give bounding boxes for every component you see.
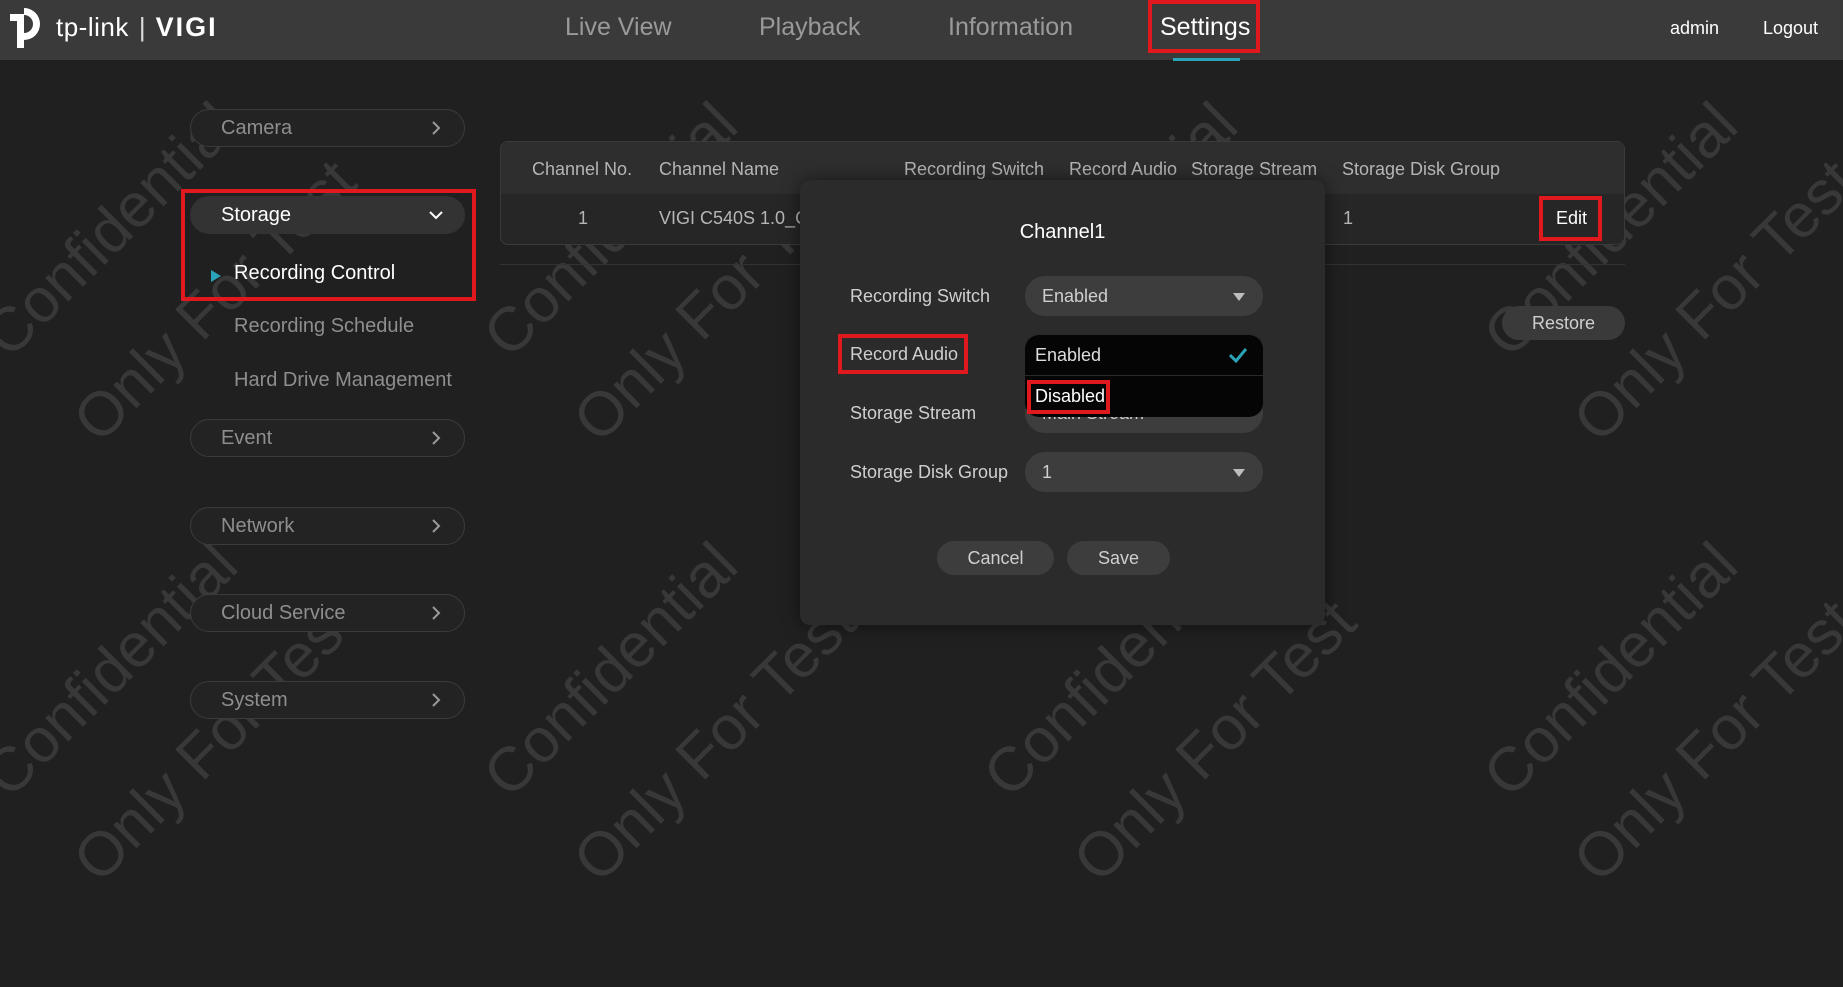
- dropdown-arrow-icon: [1233, 469, 1245, 477]
- nav-settings[interactable]: Settings: [1160, 10, 1251, 61]
- chevron-right-icon: [432, 431, 441, 445]
- column-header: Record Audio: [1069, 159, 1178, 179]
- menu-system-label: System: [221, 688, 288, 711]
- storage-disk-group-select[interactable]: 1: [1025, 452, 1263, 492]
- storage-stream-label: Storage Stream: [850, 403, 977, 423]
- channel-edit-dialog: Channel1 Recording Switch Enabled Record…: [800, 180, 1325, 625]
- cell-disk-group: 1: [1343, 208, 1354, 228]
- recording-switch-label: Recording Switch: [850, 286, 991, 306]
- option-label: Disabled: [1035, 386, 1106, 406]
- sidebar-item-recording-control[interactable]: Recording Control: [234, 262, 395, 285]
- dropdown-arrow-icon: [1233, 293, 1245, 301]
- watermark-text: Only For Test: [1060, 586, 1370, 896]
- chevron-right-icon: [432, 519, 441, 533]
- dialog-title: Channel1: [1019, 221, 1106, 243]
- record-audio-dropdown[interactable]: Enabled Disabled: [1025, 335, 1263, 417]
- recording-switch-select[interactable]: Enabled: [1025, 276, 1263, 316]
- top-bar: tp-link | VIGI Live View Playback Inform…: [0, 0, 1843, 61]
- watermark-text: Only For Test: [60, 146, 370, 456]
- logout-link[interactable]: Logout: [1763, 18, 1818, 39]
- active-item-marker-icon: [211, 270, 221, 282]
- column-header: Channel No.: [532, 159, 633, 179]
- cancel-button[interactable]: Cancel: [937, 541, 1054, 575]
- option-label: Enabled: [1035, 345, 1102, 365]
- record-audio-label: Record Audio: [850, 344, 959, 364]
- cell-channel-no: 1: [578, 208, 589, 228]
- menu-cloud-label: Cloud Service: [221, 601, 346, 624]
- record-audio-option-enabled[interactable]: Enabled: [1025, 335, 1263, 376]
- cell-channel-name: VIGI C540S 1.0_C: [659, 208, 809, 228]
- nav-settings-label: Settings: [1160, 13, 1251, 41]
- column-header: Channel Name: [659, 159, 780, 179]
- username: admin: [1670, 18, 1720, 38]
- menu-event-label: Event: [221, 426, 273, 449]
- menu-system[interactable]: System: [190, 681, 465, 719]
- watermark-text: Only For Test: [1560, 586, 1843, 896]
- menu-camera[interactable]: Camera: [190, 109, 465, 147]
- save-button[interactable]: Save: [1067, 541, 1170, 575]
- record-audio-option-disabled[interactable]: Disabled: [1025, 376, 1263, 417]
- checkmark-icon: [1229, 348, 1247, 363]
- menu-network[interactable]: Network: [190, 507, 465, 545]
- menu-network-label: Network: [221, 514, 295, 537]
- menu-event[interactable]: Event: [190, 419, 465, 457]
- chevron-down-icon: [429, 211, 443, 220]
- column-header: Storage Disk Group: [1342, 159, 1501, 179]
- watermark-text: Confidential: [470, 529, 751, 811]
- watermark-text: Confidential: [0, 529, 251, 811]
- chevron-right-icon: [432, 606, 441, 620]
- sidebar-item-recording-schedule[interactable]: Recording Schedule: [234, 315, 414, 338]
- watermark-text: Only For Test: [560, 586, 870, 896]
- nav-information[interactable]: Information: [948, 10, 1073, 44]
- column-header: Storage Stream: [1191, 159, 1318, 179]
- nav-active-indicator: [1173, 58, 1241, 61]
- restore-button[interactable]: Restore: [1502, 306, 1625, 340]
- chevron-right-icon: [432, 121, 441, 135]
- watermark-text: Confidential: [1470, 529, 1751, 811]
- nav-live-view[interactable]: Live View: [565, 10, 672, 44]
- storage-disk-group-value: 1: [1042, 462, 1053, 482]
- menu-cloud-service[interactable]: Cloud Service: [190, 594, 465, 632]
- main-nav: Live View Playback Information Settings: [0, 0, 1843, 61]
- edit-button[interactable]: Edit: [1556, 208, 1587, 229]
- sidebar-item-hard-drive-management[interactable]: Hard Drive Management: [234, 369, 452, 392]
- column-header: Recording Switch: [904, 159, 1045, 179]
- watermark-text: Only For Test: [60, 586, 370, 896]
- menu-camera-label: Camera: [221, 116, 293, 139]
- menu-storage[interactable]: Storage: [190, 196, 465, 234]
- nav-playback[interactable]: Playback: [759, 10, 860, 44]
- menu-storage-label: Storage: [221, 203, 292, 226]
- chevron-right-icon: [432, 693, 441, 707]
- recording-switch-value: Enabled: [1042, 286, 1109, 306]
- storage-disk-group-label: Storage Disk Group: [850, 462, 1009, 482]
